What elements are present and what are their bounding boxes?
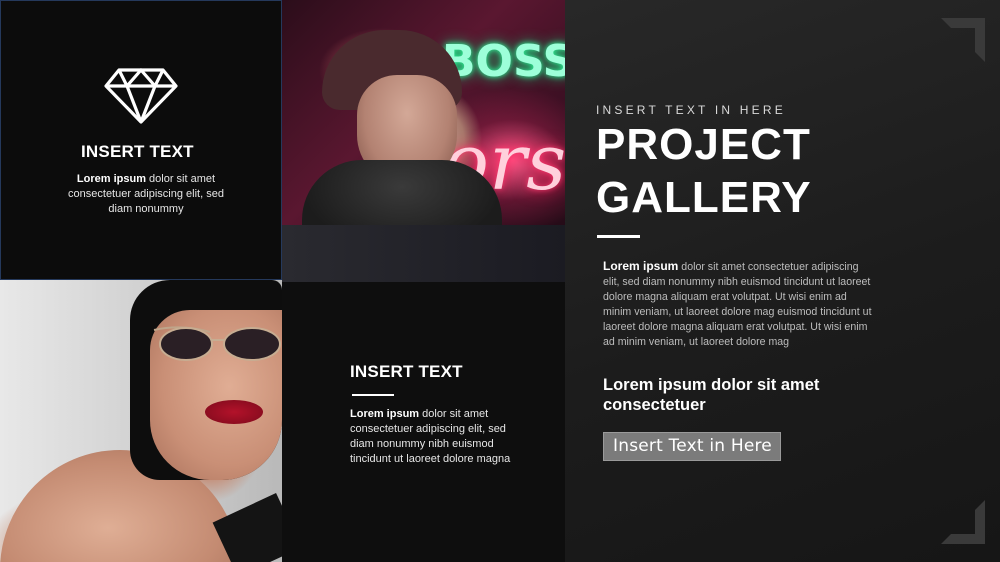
slide-subtitle: INSERT TEXT IN HERE: [596, 103, 786, 117]
tile-body-bold: Lorem ipsum: [76, 173, 146, 185]
right-body-text: Lorem ipsum dolor sit amet consectetuer …: [603, 259, 873, 350]
diamond-icon: [103, 67, 179, 125]
right-headline: Lorem ipsum dolor sit amet consectetuer: [603, 376, 820, 414]
feature-tile-bottom-middle: INSERT TEXT Lorem ipsum dolor sit amet c…: [282, 282, 565, 562]
tile-heading: INSERT TEXT: [350, 362, 463, 381]
title-line-2: GALLERY: [596, 173, 812, 222]
tile-heading: INSERT TEXT: [81, 142, 194, 161]
slide-title: PROJECT GALLERY: [596, 118, 812, 224]
photo-woman-sunglasses: [0, 280, 282, 562]
tile-body-bold: Lorem ipsum: [350, 408, 420, 420]
tile-body-text: Lorem ipsum dolor sit amet consectetuer …: [61, 172, 231, 217]
tile-body-text: Lorem ipsum dolor sit amet consectetuer …: [350, 407, 520, 467]
jacket: [282, 225, 565, 282]
lips: [205, 400, 263, 424]
sunglasses: [152, 322, 282, 362]
corner-bracket-top-right: [941, 18, 985, 62]
title-line-1: PROJECT: [596, 120, 811, 169]
right-body-bold: Lorem ipsum: [603, 259, 679, 273]
feature-tile-top-left: INSERT TEXT Lorem ipsum dolor sit amet c…: [0, 0, 282, 280]
photo-man-neon: BOSS ors: [282, 0, 565, 282]
heading-underline: [352, 394, 394, 396]
right-body-rest: dolor sit amet consectetuer adipiscing e…: [603, 261, 872, 348]
corner-bracket-bottom-right: [941, 500, 985, 544]
insert-text-button[interactable]: Insert Text in Here: [603, 432, 781, 461]
title-underline: [597, 235, 640, 238]
